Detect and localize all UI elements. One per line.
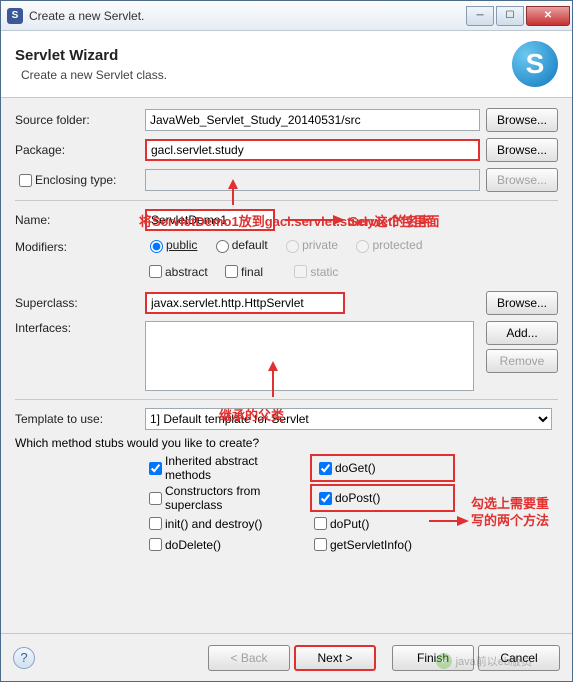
superclass-input[interactable] (145, 292, 345, 314)
interfaces-label: Interfaces: (15, 321, 145, 335)
modifier-final[interactable]: final (221, 262, 263, 281)
app-icon: S (7, 8, 23, 24)
back-button: < Back (208, 645, 290, 671)
stub-doget[interactable]: doGet() (310, 454, 455, 482)
wechat-icon: ✦ (436, 653, 452, 669)
stub-constructors[interactable]: Constructors from superclass (145, 484, 290, 512)
header-subtitle: Create a new Servlet class. (21, 68, 512, 82)
enclosing-type-checkbox[interactable] (19, 174, 32, 187)
browse-superclass-button[interactable]: Browse... (486, 291, 558, 315)
source-folder-input[interactable] (145, 109, 480, 131)
stub-doput[interactable]: doPut() (310, 514, 455, 533)
header-title: Servlet Wizard (15, 47, 512, 64)
window-title: Create a new Servlet. (29, 9, 466, 23)
titlebar: S Create a new Servlet. ─ ☐ ✕ (1, 1, 572, 31)
source-folder-label: Source folder: (15, 113, 145, 127)
close-button[interactable]: ✕ (526, 6, 570, 26)
modifier-abstract[interactable]: abstract (145, 262, 208, 281)
modifier-private: private (281, 237, 338, 253)
next-button[interactable]: Next > (294, 645, 376, 671)
servlet-icon: S (512, 41, 558, 87)
template-label: Template to use: (15, 412, 145, 426)
watermark: ✦java前以eb版员 (436, 653, 532, 669)
package-label: Package: (15, 143, 145, 157)
add-interface-button[interactable]: Add... (486, 321, 558, 345)
annotation-name: Servlet的名字 (349, 211, 431, 230)
maximize-button[interactable]: ☐ (496, 6, 524, 26)
modifier-protected: protected (351, 237, 422, 253)
enclosing-type-input (145, 169, 480, 191)
name-input[interactable] (145, 209, 275, 231)
package-input[interactable] (145, 139, 480, 161)
modifier-static: static (290, 262, 338, 281)
help-button[interactable]: ? (13, 647, 35, 669)
stub-init-destroy[interactable]: init() and destroy() (145, 514, 290, 533)
stub-getservletinfo[interactable]: getServletInfo() (310, 535, 455, 554)
stub-dodelete[interactable]: doDelete() (145, 535, 290, 554)
minimize-button[interactable]: ─ (466, 6, 494, 26)
modifier-public[interactable]: public (145, 237, 197, 253)
wizard-header: Servlet Wizard Create a new Servlet clas… (1, 31, 572, 98)
modifier-default[interactable]: default (211, 237, 268, 253)
superclass-label: Superclass: (15, 296, 145, 310)
modifiers-label: Modifiers: (15, 240, 145, 254)
stub-inherited[interactable]: Inherited abstract methods (145, 454, 290, 482)
interfaces-list[interactable] (145, 321, 474, 391)
name-label: Name: (15, 213, 145, 227)
stub-dopost[interactable]: doPost() (310, 484, 455, 512)
enclosing-type-label: Enclosing type: (35, 173, 116, 187)
browse-source-button[interactable]: Browse... (486, 108, 558, 132)
stubs-question: Which method stubs would you like to cre… (15, 436, 558, 450)
template-select[interactable]: 1] Default template for Servlet (145, 408, 552, 430)
browse-enclosing-button: Browse... (486, 168, 558, 192)
remove-interface-button: Remove (486, 349, 558, 373)
browse-package-button[interactable]: Browse... (486, 138, 558, 162)
